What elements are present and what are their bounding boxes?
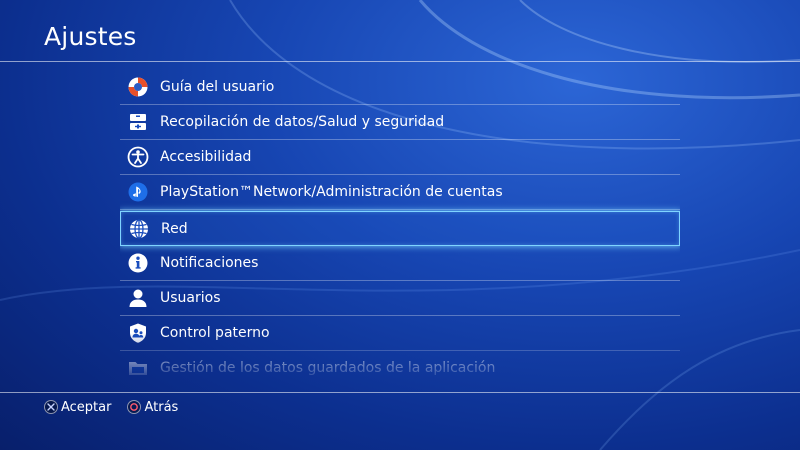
menu-item-label: Usuarios xyxy=(160,290,221,306)
back-hint[interactable]: Atrás xyxy=(127,400,178,415)
globe-icon xyxy=(128,218,150,240)
menu-item-saved-data[interactable]: Gestión de los datos guardados de la apl… xyxy=(120,351,680,376)
menu-item-label: Gestión de los datos guardados de la apl… xyxy=(160,360,496,376)
accept-hint[interactable]: Aceptar xyxy=(44,400,111,415)
menu-item-parental-control[interactable]: Control paterno xyxy=(120,316,680,351)
menu-item-label: Red xyxy=(161,220,188,237)
menu-item-label: PlayStation™Network/Administración de cu… xyxy=(160,184,503,200)
accessibility-icon xyxy=(127,146,149,168)
menu-item-psn[interactable]: PlayStation™Network/Administración de cu… xyxy=(120,175,680,210)
lifebuoy-icon xyxy=(127,76,149,98)
parental-control-icon xyxy=(127,322,149,344)
menu-item-notifications[interactable]: Notificaciones xyxy=(120,246,680,281)
accept-label: Aceptar xyxy=(61,399,112,415)
page-title: Ajustes xyxy=(44,22,137,51)
controller-hints: Aceptar Atrás xyxy=(44,397,194,417)
menu-item-label: Recopilación de datos/Salud y seguridad xyxy=(160,114,445,130)
menu-item-label: Control paterno xyxy=(160,325,270,341)
menu-item-users[interactable]: Usuarios xyxy=(120,281,680,316)
info-icon xyxy=(127,252,149,274)
menu-item-label: Accesibilidad xyxy=(160,149,252,165)
folder-icon xyxy=(127,357,149,376)
menu-item-data-health[interactable]: Recopilación de datos/Salud y seguridad xyxy=(120,105,680,140)
menu-item-network[interactable]: Red xyxy=(120,211,680,246)
menu-item-label: Notificaciones xyxy=(160,255,259,271)
circle-button-icon xyxy=(127,400,142,414)
menu-item-accessibility[interactable]: Accesibilidad xyxy=(120,140,680,175)
settings-menu: Guía del usuario Recopilación de datos/S… xyxy=(120,70,680,376)
footer-divider xyxy=(0,392,800,393)
user-icon xyxy=(127,287,149,309)
menu-item-user-guide[interactable]: Guía del usuario xyxy=(120,70,680,105)
playstation-icon xyxy=(127,181,149,203)
data-health-icon xyxy=(127,111,149,133)
header-divider xyxy=(0,61,800,62)
menu-item-label: Guía del usuario xyxy=(160,79,275,95)
back-label: Atrás xyxy=(144,399,179,415)
cross-button-icon xyxy=(44,400,58,414)
